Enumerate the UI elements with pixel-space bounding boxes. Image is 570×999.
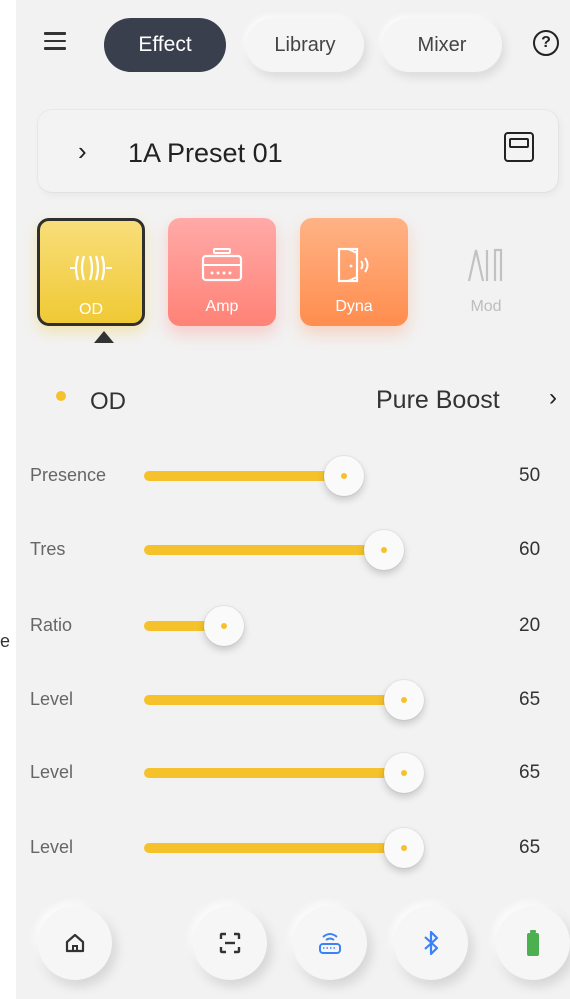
param-label: Presence [30,465,107,485]
effect-label-od: OD [79,301,103,318]
effect-preset-type[interactable]: Pure Boost [376,386,500,415]
param-row-tres: Tres 60 [16,525,570,575]
home-icon [65,933,85,953]
home-button[interactable] [38,906,112,980]
chevron-right-icon: › [78,136,87,166]
param-label: Level [30,762,74,782]
param-label: Level [30,689,74,709]
chevron-right-icon[interactable]: › [549,384,557,412]
param-value: 65 [519,762,541,783]
battery-button[interactable] [496,906,570,980]
effect-label-amp: Amp [205,298,239,315]
slider-knob[interactable] [384,828,424,868]
param-label: Level [30,837,74,857]
param-row-presence: Presence 50 [16,451,570,501]
hamburger-menu-icon[interactable] [44,32,66,50]
param-row-level: Level 65 [16,748,570,798]
preset-name: 1A Preset 01 [128,138,283,168]
slider-track[interactable] [144,695,404,705]
door-sound-icon [334,240,374,290]
param-row-level: Level 65 [16,675,570,725]
param-value: 65 [519,689,541,710]
slider-knob[interactable] [204,606,244,646]
modulation-wave-icon [465,240,507,290]
param-row-ratio: Ratio 20 [16,601,570,651]
question-circle-icon[interactable]: ? [533,30,559,56]
slider-track[interactable] [144,471,344,481]
scan-icon [219,932,241,954]
overdrive-waveform-icon [68,243,114,293]
app-window: Effect Library Mixer ? › 1A Preset 01 OD [16,0,570,999]
effect-label-dyna: Dyna [335,298,373,315]
status-dot [56,391,66,401]
param-row-level: Level 65 [16,823,570,873]
param-value: 50 [519,465,541,486]
slider-knob[interactable] [384,680,424,720]
param-label: Ratio [30,615,73,635]
slider-knob[interactable] [324,456,364,496]
effect-block-od[interactable]: OD [37,218,145,326]
tab-library[interactable]: Library [246,18,364,72]
router-button[interactable] [293,906,367,980]
slider-track[interactable] [144,768,404,778]
tab-mixer[interactable]: Mixer [382,18,502,72]
param-value: 20 [519,615,541,636]
slider-track[interactable] [144,545,384,555]
battery-icon [527,930,539,956]
tab-effect[interactable]: Effect [104,18,226,72]
param-value: 60 [519,539,541,560]
router-icon [319,933,341,954]
stray-text: e [0,631,11,651]
save-floppy-icon[interactable] [504,132,534,162]
effect-label-mod: Mod [470,298,502,315]
scan-button[interactable] [193,906,267,980]
bluetooth-button[interactable] [394,906,468,980]
bluetooth-icon [424,930,439,956]
slider-track[interactable] [144,843,404,853]
effect-block-dyna[interactable]: Dyna [300,218,408,326]
effect-block-amp[interactable]: Amp [168,218,276,326]
param-label: Tres [30,539,66,559]
slider-knob[interactable] [364,530,404,570]
effect-block-mod[interactable]: Mod [432,218,540,326]
preset-selector[interactable]: › 1A Preset 01 [38,110,558,192]
slider-knob[interactable] [384,753,424,793]
amplifier-icon [200,240,244,290]
selected-pointer-icon [94,331,114,343]
effect-title: OD [90,388,126,415]
param-value: 65 [519,837,541,858]
